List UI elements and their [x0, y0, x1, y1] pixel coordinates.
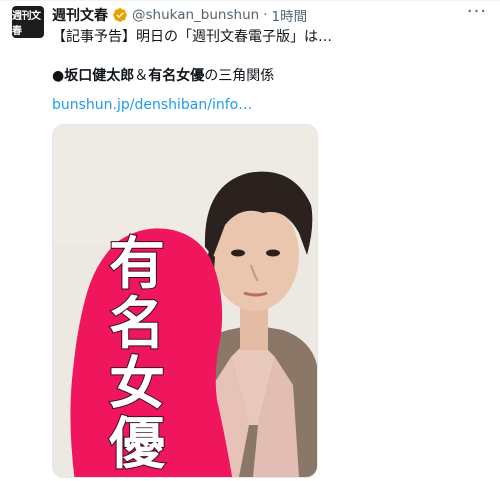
tweet-text-line-2: ●坂口健太郎＆有名女優の三角関係	[52, 65, 274, 85]
stamp-char-1: 有	[108, 232, 166, 297]
author-name[interactable]: 週刊文春	[52, 5, 108, 25]
tweet-link[interactable]: bunshun.jp/denshiban/info…	[52, 97, 252, 113]
tweet[interactable]: 週刊文春 週刊文春 @shukan_bunshun · 1時間 ··· 【記事予…	[0, 0, 500, 481]
bullet: ●	[52, 68, 65, 84]
famous-actress-stamp: 有 名 女 優	[91, 232, 183, 477]
tweet-header: 週刊文春 @shukan_bunshun · 1時間	[52, 5, 307, 25]
tweet-text-line-1: 【記事予告】明日の「週刊文春電子版」は…	[52, 29, 332, 45]
timestamp[interactable]: 1時間	[272, 5, 308, 25]
author-handle[interactable]: @shukan_bunshun	[132, 7, 259, 23]
stamp-char-3: 女	[108, 352, 166, 417]
line-tail: の三角関係	[204, 68, 275, 84]
avatar[interactable]: 週刊文春	[12, 6, 44, 38]
name-1: 坂口健太郎	[64, 68, 135, 84]
stamp-char-4: 優	[108, 412, 166, 477]
separator-dot: ·	[263, 7, 268, 23]
verified-badge-icon	[113, 8, 127, 22]
ampersand: ＆	[134, 68, 149, 84]
name-2: 有名女優	[148, 68, 205, 84]
stamp-char-2: 名	[108, 292, 166, 357]
tweet-image[interactable]: 有 名 女 優	[52, 124, 318, 478]
more-options-icon[interactable]: ···	[464, 3, 490, 25]
